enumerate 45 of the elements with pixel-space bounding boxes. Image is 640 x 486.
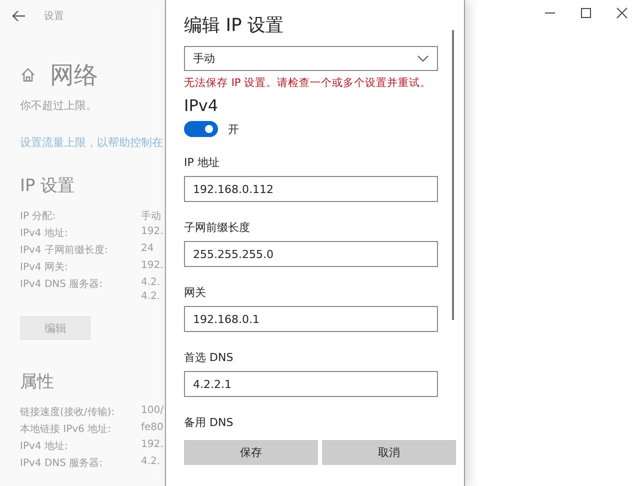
section-heading: IP 设置 — [19, 175, 76, 197]
property-label: IPv4 DNS 服务器: — [20, 278, 104, 292]
property-value: 4.2. — [141, 291, 162, 302]
section-heading: 属性 — [19, 371, 55, 393]
property-label: 本地链接 IPv6 地址: — [20, 422, 112, 436]
property-label: IPv4 DNS 服务器: — [20, 457, 104, 470]
field-label: 网关 — [184, 285, 207, 300]
property-label: IPv4 地址: — [20, 440, 69, 453]
input-field[interactable]: 192.168.0.112 — [184, 176, 438, 202]
property-label: IPv4 子网前缀长度: — [20, 244, 109, 257]
mode-dropdown[interactable]: 手动 — [184, 46, 438, 71]
input-field[interactable]: 4.2.2.1 — [184, 371, 438, 397]
property-label: IP 分配: — [20, 210, 57, 223]
property-label: 链接速度(接收/传输): — [20, 406, 116, 419]
dialog-button[interactable]: 取消 — [322, 440, 456, 465]
body-text: 你不超过上限。 — [19, 98, 98, 113]
property-value: 192. — [141, 260, 164, 271]
property-value: 100/ — [141, 405, 164, 416]
field-label: 子网前缀长度 — [184, 220, 251, 235]
dialog-button[interactable]: 保存 — [184, 440, 318, 465]
section-heading: IPv4 — [184, 96, 220, 115]
field-label: 首选 DNS — [184, 350, 234, 365]
property-value: 4.2. — [141, 277, 162, 288]
error-message: 无法保存 IP 设置。请检查一个或多个设置并重试。 — [184, 76, 432, 90]
toggle-label: 开 — [228, 122, 239, 136]
input-field[interactable]: 255.255.255.0 — [184, 241, 438, 267]
property-label: IPv4 网关: — [20, 260, 69, 274]
property-value: 手动 — [141, 210, 162, 223]
toggle-switch[interactable] — [184, 121, 218, 137]
back-icon[interactable] — [12, 10, 26, 22]
chevron-icon — [417, 55, 429, 62]
property-value: fe80 — [141, 422, 164, 433]
property-label: IPv4 地址: — [20, 226, 69, 240]
scrollbar[interactable] — [452, 30, 454, 320]
input-field[interactable]: 192.168.0.1 — [184, 306, 438, 332]
home-icon — [20, 67, 36, 83]
field-label: 备用 DNS — [184, 415, 234, 430]
property-value: 192. — [141, 439, 164, 450]
property-value: 192. — [141, 226, 164, 237]
property-value: 4.2. — [141, 456, 162, 467]
property-value: 24 — [141, 243, 155, 254]
dialog-title: 编辑 IP 设置 — [184, 14, 285, 38]
page-heading: 网络 — [50, 60, 98, 90]
field-label: IP 地址 — [184, 155, 220, 170]
window-title: 设置 — [44, 10, 64, 23]
